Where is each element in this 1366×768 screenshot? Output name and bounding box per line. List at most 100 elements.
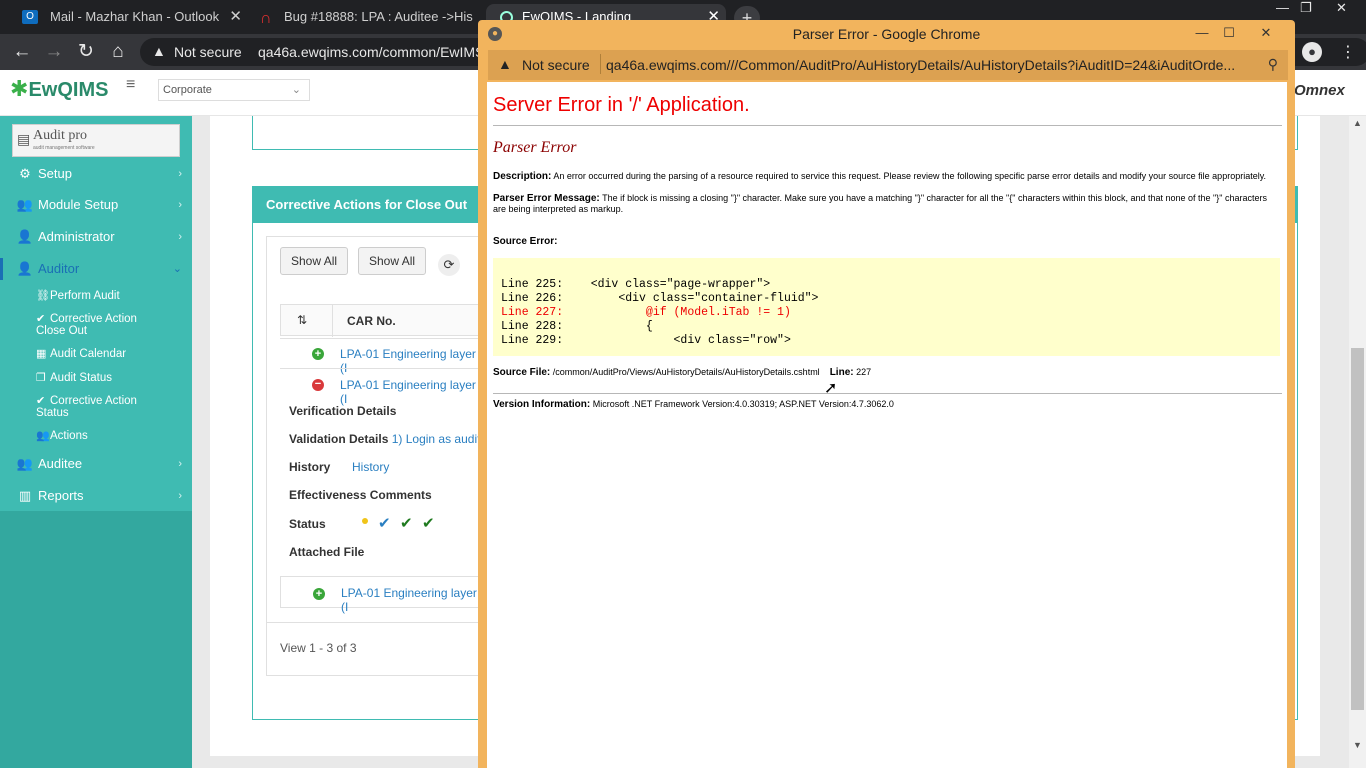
- sidebar-item-auditor[interactable]: 👤 Auditor ⌄: [0, 254, 192, 284]
- divider: [493, 125, 1282, 126]
- profile-icon[interactable]: ●: [1302, 42, 1322, 62]
- scroll-up-icon[interactable]: ▲: [1353, 118, 1362, 128]
- history-row: History History: [289, 460, 489, 474]
- history-label: History: [289, 460, 331, 474]
- chevron-right-icon: ›: [178, 458, 182, 470]
- scrollbar-thumb[interactable]: [1351, 348, 1364, 710]
- close-window-icon[interactable]: ✕: [1336, 0, 1347, 17]
- chevron-down-icon: ⌄: [291, 84, 301, 96]
- hamburger-icon[interactable]: ≡: [126, 76, 135, 94]
- sidebar-item-reports[interactable]: ▥ Reports ›: [0, 481, 192, 511]
- sidebar-item-auditee[interactable]: 👥 Auditee ›: [0, 449, 192, 479]
- show-all-button-2[interactable]: Show All: [358, 247, 427, 275]
- table-row: − LPA-01 Engineering layer (I: [280, 368, 480, 406]
- maximize-icon[interactable]: ☐: [1215, 22, 1243, 44]
- refresh-icon[interactable]: ⟳: [438, 254, 460, 276]
- sidebar-item-label: Reports: [38, 488, 84, 503]
- collapse-icon[interactable]: −: [312, 379, 324, 391]
- forward-icon[interactable]: →: [42, 40, 66, 64]
- code-line: Line 228: {: [501, 320, 653, 333]
- zoom-icon[interactable]: ⚲: [1268, 56, 1278, 73]
- tab-bug[interactable]: ∩ Bug #18888: LPA : Auditee ->His: [250, 4, 484, 34]
- reload-icon[interactable]: ↻: [74, 40, 98, 64]
- tab-label: Mail - Mazhar Khan - Outlook: [50, 9, 220, 24]
- status-label: Status: [289, 517, 326, 531]
- headset-icon: ∩: [260, 10, 272, 27]
- code-line: Line 226: <div class="container-fluid">: [501, 292, 819, 305]
- check-green-icon: ✔: [422, 515, 435, 532]
- car-link[interactable]: LPA-01 Engineering layer (I: [340, 378, 480, 406]
- show-all-button[interactable]: Show All: [280, 247, 349, 275]
- app-logo[interactable]: ✱EwQIMS: [10, 76, 108, 102]
- table-row: + LPA-01 Engineering layer (I: [280, 338, 480, 375]
- calendar-icon: ▦: [36, 348, 47, 360]
- version-info: Version Information: Microsoft .NET Fram…: [493, 399, 1277, 410]
- sub-item-label: Corrective Action Close Out: [36, 313, 137, 337]
- warning-icon: ▲: [152, 43, 166, 59]
- url-text: qa46a.ewqims.com/common/EwIMS: [258, 44, 485, 60]
- close-icon[interactable]: ✕: [1252, 22, 1280, 44]
- minimize-icon[interactable]: —: [1188, 22, 1216, 44]
- sub-item-ca-status[interactable]: ✔ Corrective Action Status: [36, 395, 156, 419]
- menu-icon[interactable]: ⋮: [1340, 42, 1356, 62]
- sidebar-item-label: Module Setup: [38, 197, 119, 212]
- back-icon[interactable]: ←: [10, 40, 34, 64]
- active-indicator: [0, 258, 3, 280]
- user-cog-icon: 👤: [16, 229, 34, 244]
- sub-item-audit-status[interactable]: ❐ Audit Status: [36, 372, 186, 384]
- sidebar-item-label: Auditor: [38, 261, 80, 276]
- sort-icon[interactable]: ⇅: [297, 313, 307, 327]
- validation-label: Validation Details: [289, 432, 389, 446]
- parser-message: Parser Error Message: The if block is mi…: [493, 193, 1277, 215]
- chevron-right-icon: ›: [178, 231, 182, 243]
- sidebar: ▤ Audit pro audit management software ⚙ S…: [0, 116, 192, 768]
- attached-label: Attached File: [289, 545, 365, 559]
- car-link[interactable]: LPA-01 Engineering layer (I: [341, 586, 479, 614]
- check-circle-icon: ✔: [36, 313, 46, 325]
- check-icon: ✔: [36, 395, 46, 407]
- tab-outlook[interactable]: O Mail - Mazhar Khan - Outlook ✕: [8, 4, 248, 34]
- check-green-icon: ✔: [400, 515, 413, 532]
- sub-item-actions[interactable]: 👥Actions: [36, 430, 186, 442]
- sub-item-audit-calendar[interactable]: ▦ Audit Calendar: [36, 348, 186, 360]
- sidebar-item-module-setup[interactable]: 👥 Module Setup ›: [0, 190, 192, 220]
- address-divider: [600, 54, 601, 74]
- sidebar-item-label: Auditee: [38, 456, 83, 471]
- line-label: Line:: [829, 367, 854, 378]
- table-row: + LPA-01 Engineering layer (I: [280, 576, 480, 614]
- sidebar-item-label: Setup: [38, 166, 72, 181]
- panel-title: Corrective Actions for Close Out: [266, 197, 468, 212]
- popup-address-bar[interactable]: ▲ Not secure qa46a.ewqims.com///Common/A…: [488, 50, 1288, 80]
- column-divider: [332, 305, 333, 337]
- status-dot-icon: [362, 518, 368, 524]
- sub-item-ca-close-out[interactable]: ✔ Corrective Action Close Out: [36, 313, 156, 337]
- divider: [493, 393, 1282, 394]
- corporate-select-value: Corporate: [163, 84, 212, 96]
- pager-divider: [266, 622, 496, 623]
- sub-item-label: Perform Audit: [50, 290, 120, 302]
- restore-icon[interactable]: ❐: [1300, 0, 1312, 17]
- building-icon: ▥: [18, 488, 32, 503]
- chevron-right-icon: ›: [178, 490, 182, 502]
- line-number: 227: [856, 367, 872, 377]
- sub-item-label: Corrective Action Status: [36, 395, 137, 419]
- status-row: Status ✔ ✔ ✔: [289, 515, 489, 532]
- history-link[interactable]: History: [352, 460, 389, 474]
- code-line-error: Line 227: @if (Model.iTab != 1): [501, 306, 791, 319]
- minimize-icon[interactable]: —: [1276, 0, 1289, 17]
- expand-icon[interactable]: +: [313, 588, 325, 600]
- auditpro-logo: ▤ Audit pro audit management software: [12, 124, 180, 157]
- sidebar-item-setup[interactable]: ⚙ Setup ›: [0, 159, 192, 189]
- corporate-select[interactable]: Corporate ⌄: [158, 79, 310, 101]
- scroll-down-icon[interactable]: ▼: [1353, 740, 1362, 750]
- close-icon[interactable]: ✕: [229, 4, 242, 30]
- sub-item-perform-audit[interactable]: ⛓Perform Audit: [36, 290, 186, 302]
- sidebar-footer: [0, 511, 192, 768]
- expand-icon[interactable]: +: [312, 348, 324, 360]
- source-error: Source Error:: [493, 236, 1277, 247]
- home-icon[interactable]: ⌂: [106, 40, 130, 64]
- verification-label: Verification Details: [289, 404, 397, 418]
- sidebar-item-administrator[interactable]: 👤 Administrator ›: [0, 222, 192, 252]
- validation-value[interactable]: 1) Login as audito: [392, 432, 481, 446]
- auditpro-tagline: audit management software: [33, 145, 95, 151]
